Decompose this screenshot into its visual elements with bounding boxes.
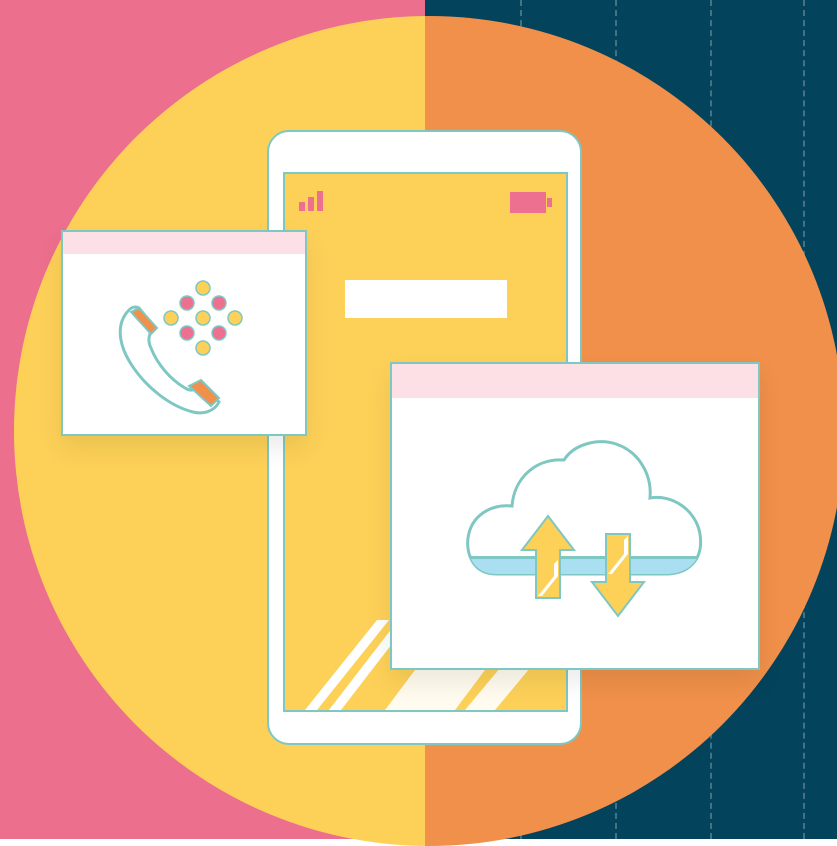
signal-bars-icon [299, 191, 323, 211]
screen-text-bar [345, 280, 507, 318]
arrow-up-icon [519, 514, 577, 599]
arrow-down-icon [589, 533, 647, 618]
window-title-bar [63, 232, 305, 254]
cloud-sync-window [390, 362, 760, 670]
cloud-icon [466, 440, 703, 576]
keypad-dots-icon [163, 280, 243, 356]
battery-icon [510, 192, 552, 213]
call-window [61, 230, 307, 436]
window-title-bar [392, 364, 758, 398]
